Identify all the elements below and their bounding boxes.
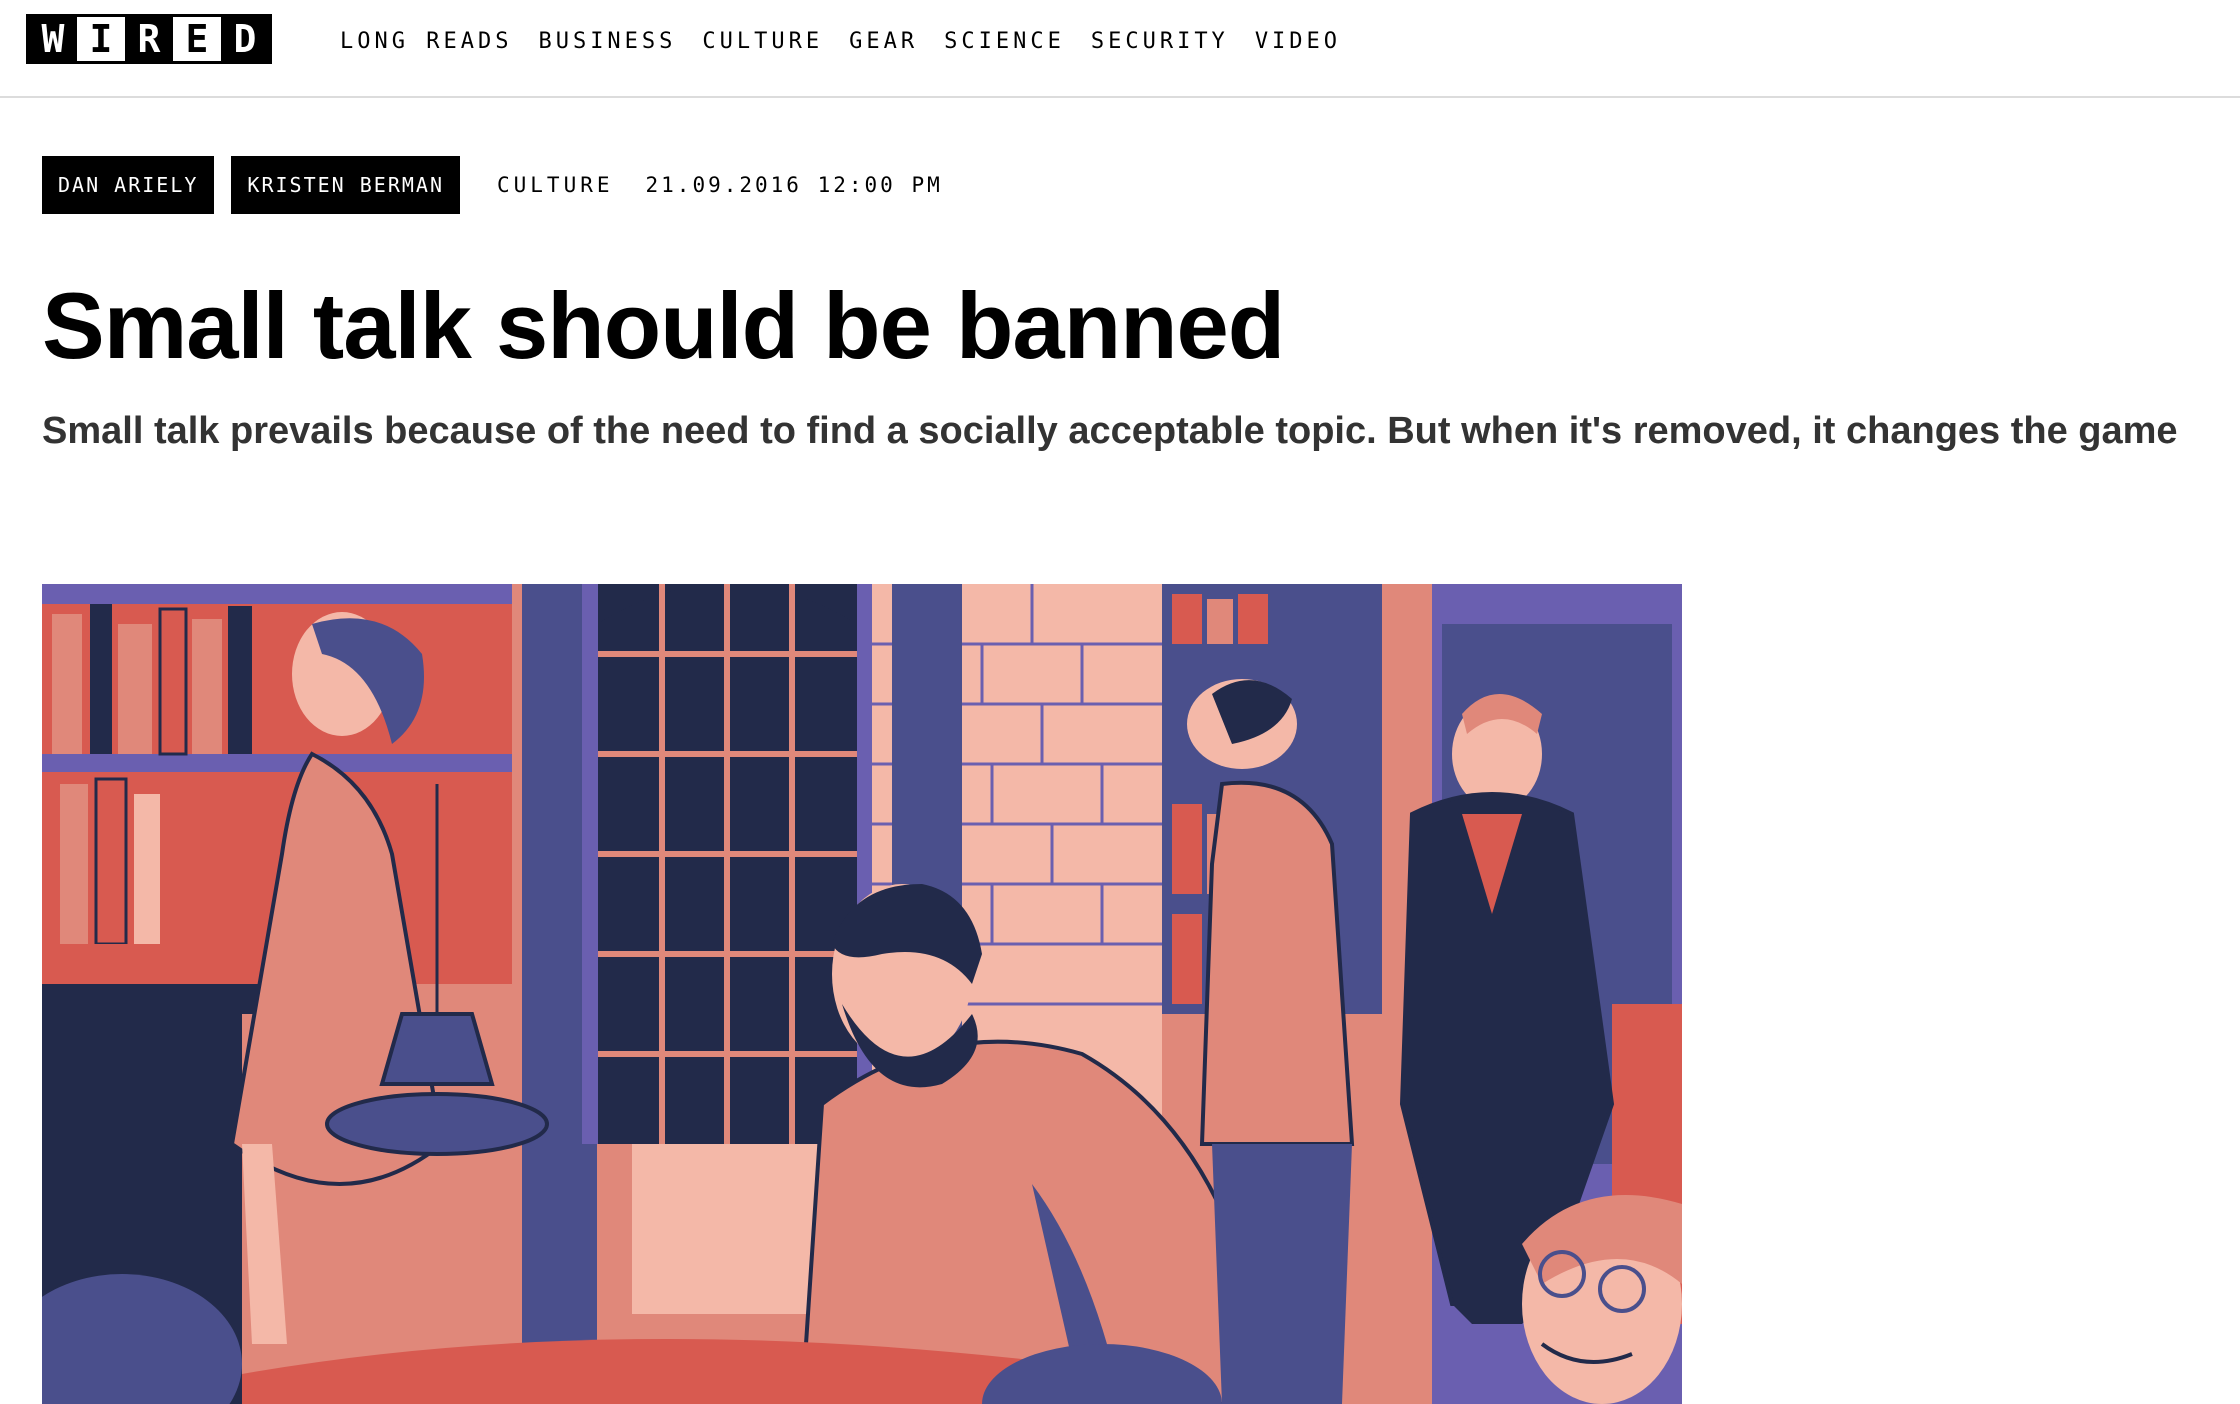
article-meta: DAN ARIELY KRISTEN BERMAN CULTURE 21.09.… xyxy=(42,156,943,214)
publish-date: 21.09.2016 12:00 PM xyxy=(645,173,943,197)
article-dek: Small talk prevails because of the need … xyxy=(42,410,2178,452)
hero-illustration xyxy=(42,584,1682,1404)
wired-logo[interactable]: W I R E D xyxy=(26,14,272,64)
article-title: Small talk should be banned xyxy=(42,273,1285,378)
logo-letter: W xyxy=(29,17,77,61)
logo-letter: D xyxy=(221,17,269,61)
nav-item-business[interactable]: BUSINESS xyxy=(538,27,676,57)
nav-item-security[interactable]: SECURITY xyxy=(1091,27,1229,57)
nav-item-science[interactable]: SCIENCE xyxy=(944,27,1065,57)
nav-item-video[interactable]: VIDEO xyxy=(1255,27,1341,57)
logo-letter: E xyxy=(173,17,221,61)
man-with-glasses xyxy=(1522,1195,1682,1404)
window xyxy=(582,584,873,1144)
site-header: W I R E D LONG READS BUSINESS CULTURE GE… xyxy=(0,0,2240,98)
party-scene-illustration xyxy=(42,584,1682,1404)
author-tag-kristen-berman[interactable]: KRISTEN BERMAN xyxy=(231,156,460,214)
nav-item-gear[interactable]: GEAR xyxy=(849,27,918,57)
nav-item-culture[interactable]: CULTURE xyxy=(702,27,823,57)
logo-letter: R xyxy=(125,17,173,61)
main-nav: LONG READS BUSINESS CULTURE GEAR SCIENCE… xyxy=(340,27,1367,57)
logo-letter: I xyxy=(77,17,125,61)
author-tag-dan-ariely[interactable]: DAN ARIELY xyxy=(42,156,215,214)
nav-item-long-reads[interactable]: LONG READS xyxy=(340,27,512,57)
category-link[interactable]: CULTURE xyxy=(497,173,614,197)
